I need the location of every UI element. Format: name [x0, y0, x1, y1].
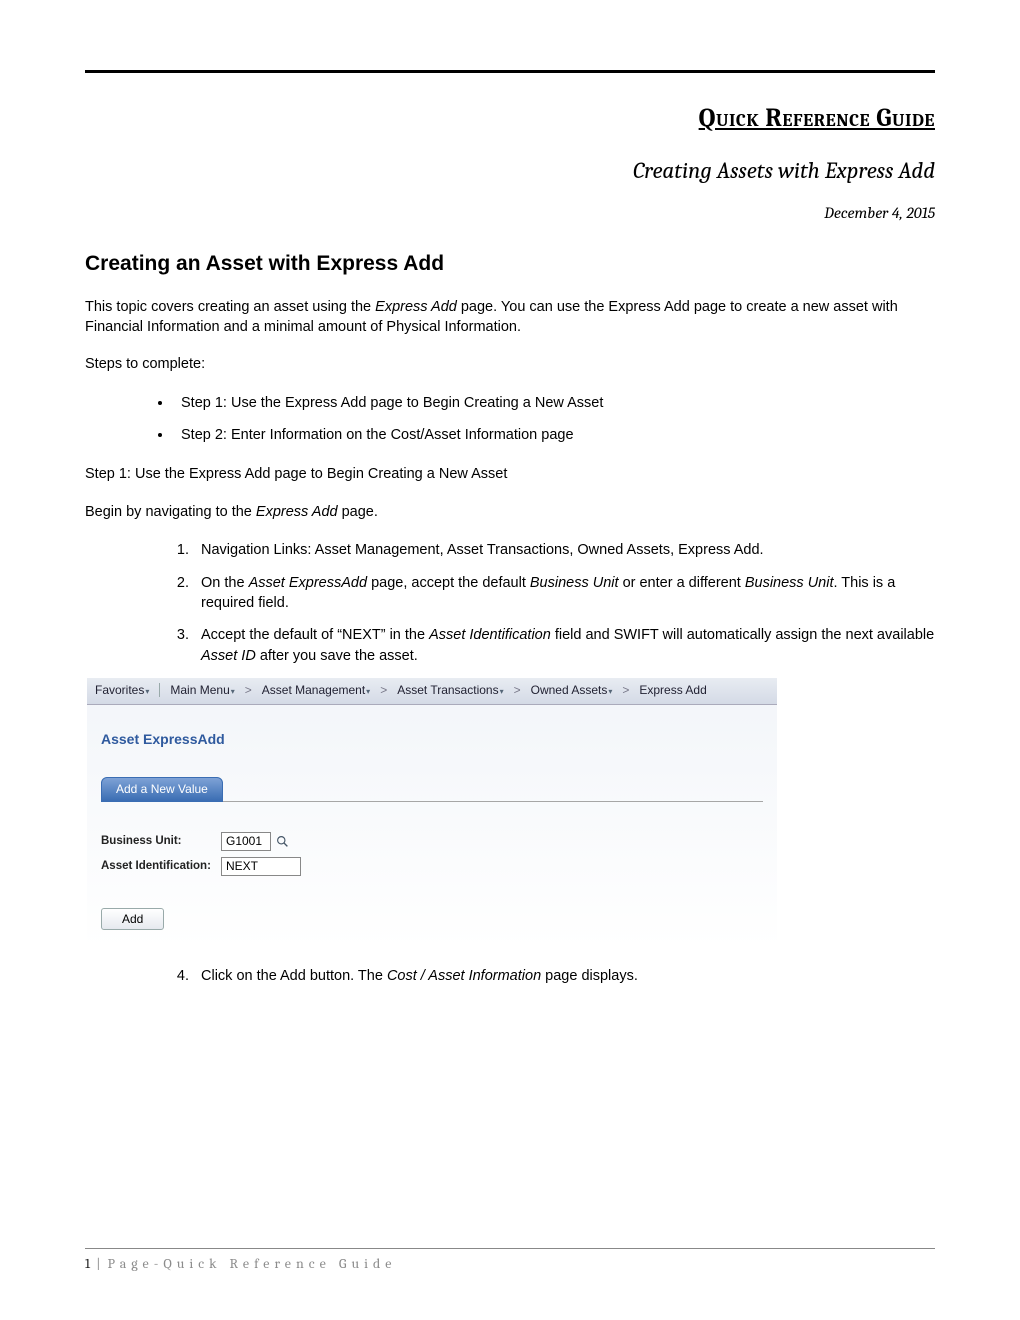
- footer-label: Page-Quick Reference Guide: [108, 1255, 397, 1272]
- top-rule: [85, 70, 935, 73]
- numbered-list-top: Navigation Links: Asset Management, Asse…: [85, 540, 935, 665]
- lookup-icon[interactable]: [275, 834, 290, 849]
- business-unit-input[interactable]: [221, 832, 271, 851]
- page-footer: 1|Page-Quick Reference Guide: [85, 1248, 935, 1272]
- breadcrumb-owned-assets[interactable]: Owned Assets▾: [531, 683, 613, 697]
- chevron-down-icon: ▾: [231, 687, 235, 696]
- breadcrumb-favorites[interactable]: Favorites▾: [95, 683, 160, 697]
- asset-identification-input[interactable]: [221, 857, 301, 876]
- intro-paragraph: This topic covers creating an asset usin…: [85, 298, 935, 337]
- business-unit-label: Business Unit:: [101, 835, 221, 847]
- step1-intro-before: Begin by navigating to the: [85, 504, 256, 520]
- add-button[interactable]: Add: [101, 908, 164, 930]
- chevron-down-icon: ▾: [608, 687, 612, 696]
- step1-intro-after: page.: [338, 504, 378, 520]
- app-screenshot: Favorites▾ Main Menu▾ > Asset Management…: [87, 678, 777, 948]
- intro-text-before: This topic covers creating an asset usin…: [85, 299, 375, 315]
- steps-label: Steps to complete:: [85, 355, 935, 375]
- section-heading: Creating an Asset with Express Add: [85, 252, 935, 276]
- step1-heading: Step 1: Use the Express Add page to Begi…: [85, 465, 935, 485]
- list-item: Navigation Links: Asset Management, Asse…: [193, 540, 935, 560]
- breadcrumb-sep: >: [514, 683, 521, 697]
- list-item: Click on the Add button. The Cost / Asse…: [193, 966, 935, 986]
- list-item: On the Asset ExpressAdd page, accept the…: [193, 573, 935, 614]
- chevron-down-icon: ▾: [500, 687, 504, 696]
- breadcrumb: Favorites▾ Main Menu▾ > Asset Management…: [87, 678, 777, 705]
- footer-page-number: 1: [85, 1255, 92, 1272]
- breadcrumb-asset-mgmt[interactable]: Asset Management▾: [262, 683, 370, 697]
- asset-identification-label: Asset Identification:: [101, 860, 221, 872]
- doc-date: December 4, 2015: [85, 204, 935, 222]
- steps-bullet-list: Step 1: Use the Express Add page to Begi…: [85, 393, 935, 446]
- breadcrumb-sep: >: [380, 683, 387, 697]
- step1-intro-em: Express Add: [256, 504, 338, 520]
- bullet-item: Step 1: Use the Express Add page to Begi…: [173, 393, 935, 413]
- footer-rule: [85, 1248, 935, 1249]
- tab-add-new-value[interactable]: Add a New Value: [101, 777, 223, 802]
- tab-row: Add a New Value: [101, 777, 763, 802]
- numbered-list-continue: Click on the Add button. The Cost / Asse…: [85, 966, 935, 986]
- doc-subtitle: Creating Assets with Express Add: [85, 157, 935, 184]
- breadcrumb-main-menu[interactable]: Main Menu▾: [170, 683, 234, 697]
- footer-pipe: |: [96, 1255, 105, 1272]
- intro-em: Express Add: [375, 299, 457, 315]
- chevron-down-icon: ▾: [366, 687, 370, 696]
- breadcrumb-sep: >: [622, 683, 629, 697]
- chevron-down-icon: ▾: [145, 687, 149, 696]
- breadcrumb-asset-trans[interactable]: Asset Transactions▾: [397, 683, 503, 697]
- bullet-item: Step 2: Enter Information on the Cost/As…: [173, 425, 935, 445]
- app-page-title: Asset ExpressAdd: [101, 731, 763, 747]
- doc-title: Quick Reference Guide: [85, 103, 935, 133]
- list-item: Accept the default of “NEXT” in the Asse…: [193, 625, 935, 666]
- step1-intro: Begin by navigating to the Express Add p…: [85, 503, 935, 523]
- breadcrumb-express-add[interactable]: Express Add: [639, 683, 706, 697]
- breadcrumb-sep: >: [245, 683, 252, 697]
